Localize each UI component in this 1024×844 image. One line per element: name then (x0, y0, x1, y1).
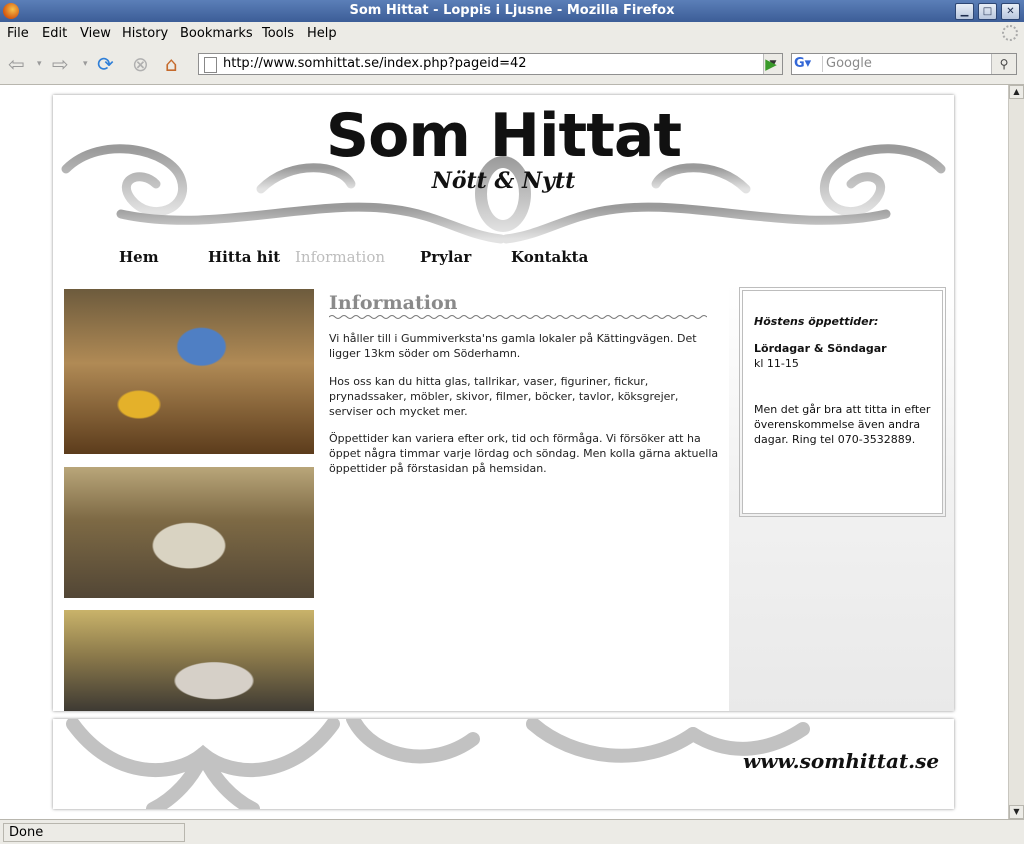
page-icon (204, 57, 217, 73)
content-paragraph-location: Vi håller till i Gummiverksta'ns gamla l… (329, 332, 697, 360)
photo-glassware (64, 289, 314, 454)
minimize-icon[interactable]: ▁ (955, 3, 974, 20)
nav-prylar[interactable]: Prylar (420, 248, 471, 266)
nav-hem[interactable]: Hem (119, 248, 159, 266)
maximize-icon[interactable]: □ (978, 3, 997, 20)
home-icon[interactable]: ⌂ (165, 52, 178, 76)
google-engine-icon[interactable]: G▾ (794, 56, 823, 72)
search-box[interactable]: G▾ Google ⚲ (791, 53, 1017, 75)
menu-view[interactable]: View (80, 26, 111, 41)
scroll-down-icon[interactable]: ▼ (1009, 805, 1024, 819)
reload-icon[interactable]: ⟳ (97, 52, 114, 76)
footer-url[interactable]: www.somhittat.se (743, 749, 939, 773)
photo-shop-tables (64, 467, 314, 598)
search-placeholder[interactable]: Google (826, 56, 872, 71)
status-text: Done (3, 823, 185, 842)
site-footer: www.somhittat.se (53, 719, 954, 809)
content-paragraph-hours: Öppettider kan variera efter ork, tid oc… (329, 432, 719, 475)
opening-time: kl 11-15 (754, 357, 799, 370)
opening-hours-heading: Höstens öppettider: (754, 315, 879, 328)
menu-help[interactable]: Help (307, 26, 337, 41)
throbber-icon (1002, 25, 1018, 41)
search-icon[interactable]: ⚲ (991, 54, 1016, 74)
stop-icon[interactable]: ⊗ (132, 52, 149, 76)
forward-icon[interactable]: ⇨ (52, 52, 69, 76)
opening-days: Lördagar & Söndagar (754, 342, 887, 355)
status-bar: Done (0, 819, 1024, 844)
address-bar[interactable]: http://www.somhittat.se/index.php?pageid… (198, 53, 783, 75)
close-icon[interactable]: ✕ (1001, 3, 1020, 20)
address-text[interactable]: http://www.somhittat.se/index.php?pageid… (223, 56, 527, 71)
page-viewport: Som Hittat Nött & Nytt Hem Hitta hit Inf… (0, 85, 1008, 819)
content-paragraph-items: Hos oss kan du hitta glas, tallrikar, va… (329, 375, 679, 418)
menu-file[interactable]: File (7, 26, 29, 41)
menu-edit[interactable]: Edit (42, 26, 67, 41)
menu-tools[interactable]: Tools (262, 26, 294, 41)
scroll-up-icon[interactable]: ▲ (1009, 85, 1024, 99)
heading-underline (329, 315, 707, 319)
page-scrollbar[interactable]: ▲ ▼ (1008, 85, 1024, 819)
navigation-toolbar: ⇦ ▾ ⇨ ▾ ⟳ ⊗ ⌂ http://www.somhittat.se/in… (0, 44, 1024, 85)
go-icon[interactable]: ▶ (760, 53, 782, 75)
menu-bar: File Edit View History Bookmarks Tools H… (0, 22, 1024, 44)
nav-kontakta[interactable]: Kontakta (511, 248, 588, 266)
site-logo[interactable]: Som Hittat (53, 101, 954, 171)
window-titlebar: Som Hittat - Loppis i Ljusne - Mozilla F… (0, 0, 1024, 22)
photo-shop-floor (64, 610, 314, 711)
menu-bookmarks[interactable]: Bookmarks (180, 26, 253, 41)
site-tagline: Nött & Nytt (431, 168, 576, 194)
site-card: Som Hittat Nött & Nytt Hem Hitta hit Inf… (53, 95, 954, 711)
nav-information[interactable]: Information (295, 248, 385, 266)
window-title: Som Hittat - Loppis i Ljusne - Mozilla F… (349, 3, 675, 18)
nav-hitta-hit[interactable]: Hitta hit (208, 248, 280, 266)
opening-hours-box: Höstens öppettider: Lördagar & Söndagar … (739, 287, 946, 517)
forward-dropdown-icon[interactable]: ▾ (83, 52, 88, 76)
content-heading: Information (329, 292, 458, 314)
opening-note: Men det går bra att titta in efter övere… (754, 403, 931, 446)
menu-history[interactable]: History (122, 26, 168, 41)
back-icon[interactable]: ⇦ (8, 52, 25, 76)
back-dropdown-icon[interactable]: ▾ (37, 52, 42, 76)
